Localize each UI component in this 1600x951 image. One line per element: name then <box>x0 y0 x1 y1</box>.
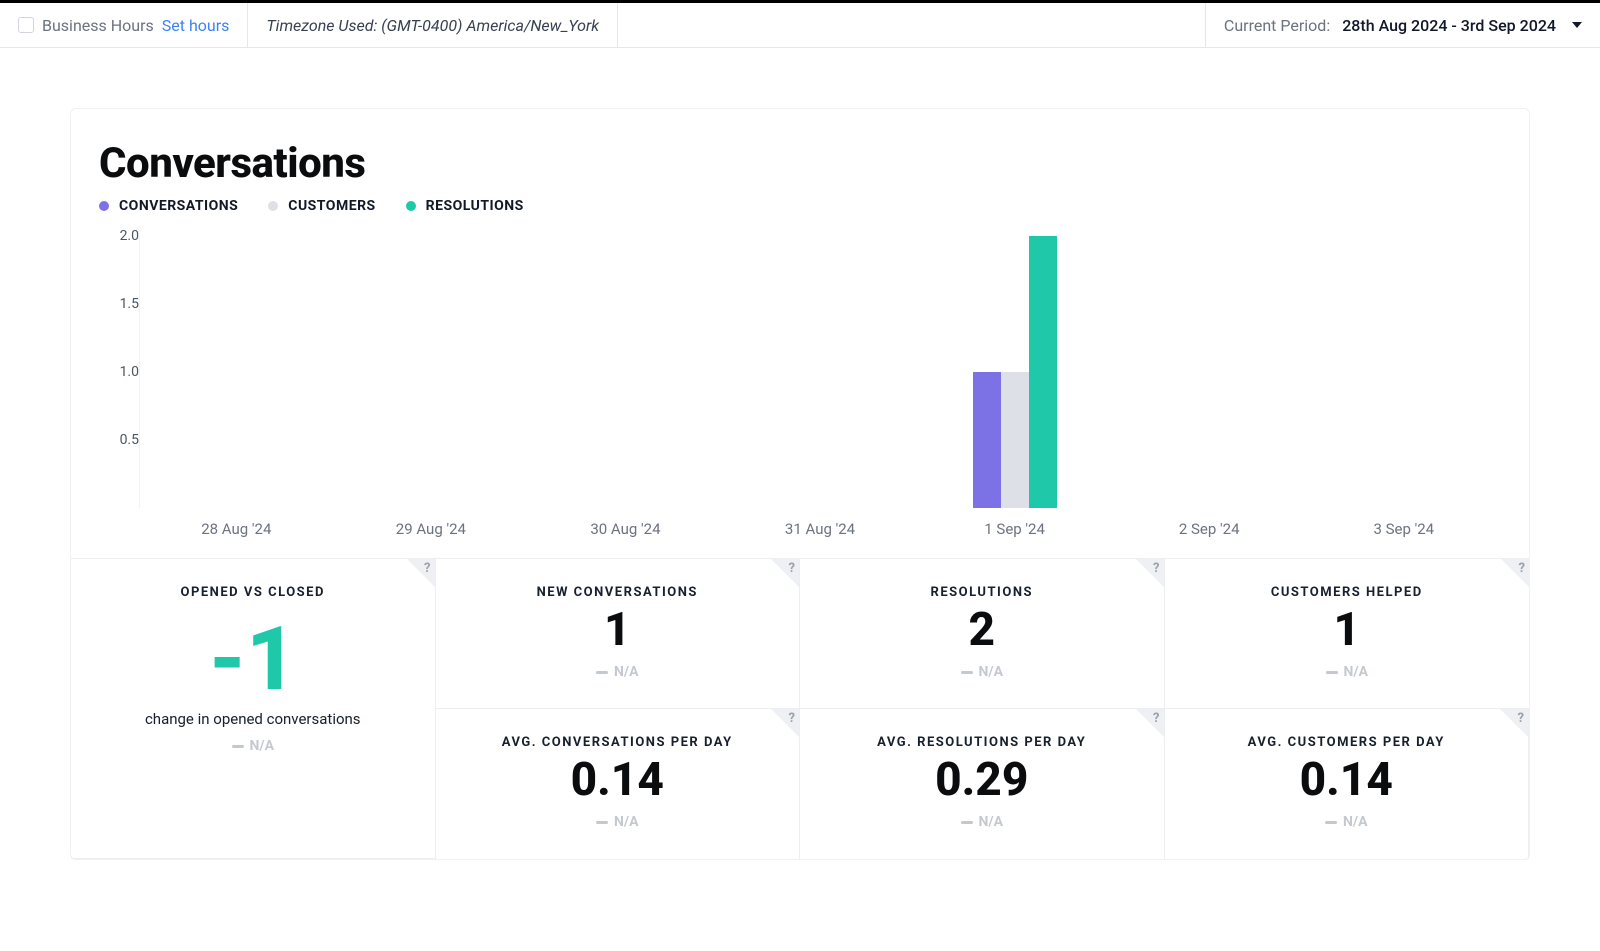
kpi-value: -1 <box>209 614 297 706</box>
business-hours-label: Business Hours <box>42 16 154 35</box>
chart-legend: CONVERSATIONS CUSTOMERS RESOLUTIONS <box>99 198 1501 214</box>
chart-category-group <box>1307 236 1501 508</box>
dash-icon <box>232 745 244 748</box>
na-text: N/A <box>614 664 638 680</box>
dash-icon <box>961 671 973 674</box>
x-tick: 1 Sep '24 <box>917 520 1112 538</box>
help-icon[interactable]: ? <box>1153 711 1159 726</box>
chart-bar[interactable] <box>1001 372 1029 508</box>
help-icon[interactable]: ? <box>1519 561 1525 576</box>
legend-label: CUSTOMERS <box>288 198 375 214</box>
legend-label: RESOLUTIONS <box>426 198 524 214</box>
kpi-avg-conversations-per-day: ? AVG. CONVERSATIONS PER DAY 0.14 N/A <box>436 709 801 859</box>
help-icon[interactable]: ? <box>424 561 430 576</box>
dash-icon <box>1326 671 1338 674</box>
kpi-value: 0.14 <box>571 756 664 804</box>
chart-y-axis: 2.01.51.00.5 <box>99 236 139 508</box>
chart-category-group <box>334 236 528 508</box>
kpi-label: CUSTOMERS HELPED <box>1271 585 1423 600</box>
topbar: Business Hours Set hours Timezone Used: … <box>0 0 1600 48</box>
kpi-value: 0.29 <box>935 756 1028 804</box>
kpi-label: RESOLUTIONS <box>931 585 1034 600</box>
kpi-customers-helped: ? CUSTOMERS HELPED 1 N/A <box>1165 559 1530 709</box>
help-icon[interactable]: ? <box>1153 561 1159 576</box>
caret-down-icon <box>1572 22 1582 28</box>
dash-icon <box>596 671 608 674</box>
na-text: N/A <box>979 814 1003 830</box>
chart-plot-area <box>139 236 1501 508</box>
help-icon[interactable]: ? <box>789 711 795 726</box>
chart-x-axis: 28 Aug '2429 Aug '2430 Aug '2431 Aug '24… <box>99 520 1501 538</box>
chart-bar[interactable] <box>1029 236 1057 508</box>
kpi-value: 1 <box>1333 606 1360 654</box>
business-hours-section: Business Hours Set hours <box>0 3 248 47</box>
kpi-opened-vs-closed: ? OPENED VS CLOSED -1 change in opened c… <box>71 559 436 859</box>
kpi-subtext: change in opened conversations <box>145 710 361 728</box>
x-tick: 31 Aug '24 <box>723 520 918 538</box>
x-tick: 29 Aug '24 <box>334 520 529 538</box>
kpi-label: OPENED VS CLOSED <box>181 585 325 600</box>
period-picker[interactable]: Current Period: 28th Aug 2024 - 3rd Sep … <box>1206 3 1600 47</box>
set-hours-link[interactable]: Set hours <box>162 16 230 35</box>
x-tick: 2 Sep '24 <box>1112 520 1307 538</box>
legend-item[interactable]: CONVERSATIONS <box>99 198 238 214</box>
na-text: N/A <box>1344 664 1368 680</box>
kpi-trend: N/A <box>1325 814 1367 830</box>
topbar-spacer <box>618 3 1206 47</box>
kpi-trend: N/A <box>232 738 274 754</box>
help-icon[interactable]: ? <box>789 561 795 576</box>
conversations-card: Conversations CONVERSATIONS CUSTOMERS RESO… <box>70 108 1530 860</box>
help-icon[interactable]: ? <box>1518 711 1524 726</box>
x-tick: 3 Sep '24 <box>1306 520 1501 538</box>
na-text: N/A <box>614 814 638 830</box>
legend-dot-icon <box>406 201 416 211</box>
kpi-value: 2 <box>968 606 995 654</box>
kpi-label: AVG. CONVERSATIONS PER DAY <box>502 735 733 750</box>
kpi-label: AVG. CUSTOMERS PER DAY <box>1248 735 1445 750</box>
na-text: N/A <box>250 738 274 754</box>
kpi-trend: N/A <box>596 664 638 680</box>
kpi-grid: ? OPENED VS CLOSED -1 change in opened c… <box>71 558 1529 859</box>
kpi-label: NEW CONVERSATIONS <box>537 585 698 600</box>
legend-dot-icon <box>268 201 278 211</box>
kpi-value: 1 <box>604 606 631 654</box>
current-period-label: Current Period: <box>1224 16 1330 35</box>
chart-category-group <box>723 236 917 508</box>
kpi-resolutions: ? RESOLUTIONS 2 N/A <box>800 559 1165 709</box>
na-text: N/A <box>979 664 1003 680</box>
legend-dot-icon <box>99 201 109 211</box>
dash-icon <box>596 821 608 824</box>
business-hours-checkbox[interactable] <box>18 17 34 33</box>
dash-icon <box>1325 821 1337 824</box>
chart-category-group <box>529 236 723 508</box>
page-title: Conversations <box>99 139 1501 188</box>
kpi-trend: N/A <box>596 814 638 830</box>
chart-category-group <box>918 236 1112 508</box>
timezone-section: Timezone Used: (GMT-0400) America/New_Yo… <box>248 3 618 47</box>
kpi-trend: N/A <box>961 664 1003 680</box>
chart-category-group <box>140 236 334 508</box>
kpi-new-conversations: ? NEW CONVERSATIONS 1 N/A <box>436 559 801 709</box>
x-tick: 28 Aug '24 <box>139 520 334 538</box>
kpi-avg-resolutions-per-day: ? AVG. RESOLUTIONS PER DAY 0.29 N/A <box>800 709 1165 859</box>
legend-label: CONVERSATIONS <box>119 198 238 214</box>
legend-item[interactable]: RESOLUTIONS <box>406 198 524 214</box>
chart-bar[interactable] <box>973 372 1001 508</box>
dash-icon <box>961 821 973 824</box>
legend-item[interactable]: CUSTOMERS <box>268 198 375 214</box>
kpi-trend: N/A <box>1326 664 1368 680</box>
kpi-value: 0.14 <box>1300 756 1393 804</box>
chart-category-group <box>1112 236 1306 508</box>
timezone-text: Timezone Used: (GMT-0400) America/New_Yo… <box>266 16 599 35</box>
kpi-trend: N/A <box>961 814 1003 830</box>
kpi-avg-customers-per-day: ? AVG. CUSTOMERS PER DAY 0.14 N/A <box>1165 709 1530 859</box>
current-period-value: 28th Aug 2024 - 3rd Sep 2024 <box>1342 16 1556 35</box>
kpi-label: AVG. RESOLUTIONS PER DAY <box>877 735 1086 750</box>
x-tick: 30 Aug '24 <box>528 520 723 538</box>
na-text: N/A <box>1343 814 1367 830</box>
conversations-chart: 2.01.51.00.5 28 Aug '2429 Aug '2430 Aug … <box>99 236 1501 558</box>
